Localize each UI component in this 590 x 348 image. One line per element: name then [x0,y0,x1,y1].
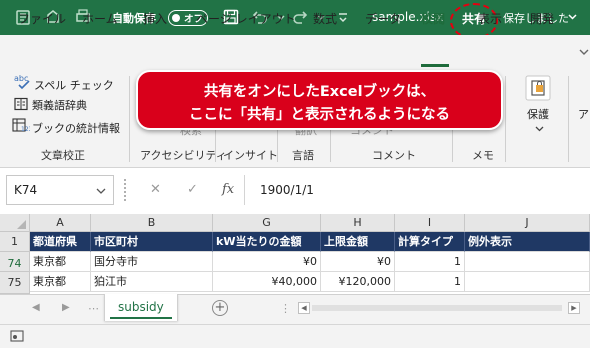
chevron-down-icon[interactable] [96,186,106,196]
sheet-tab-label: subsidy [118,300,164,314]
enter-icon[interactable]: ✓ [187,182,198,197]
workbook-stats-icon: 123 [12,118,30,132]
group-label-comments: コメント [372,149,416,162]
table-header-cell[interactable]: 市区町村 [91,232,213,252]
table-cell[interactable] [465,272,590,292]
group-label-notes: メモ [472,149,494,162]
more-sheets-icon[interactable]: ⋯ [88,302,99,315]
thesaurus-icon [14,97,28,111]
status-bar [0,324,590,348]
table-cell[interactable]: 1 [395,252,465,272]
ink-button-partial[interactable]: ア [578,106,589,122]
table-cell[interactable] [465,252,590,272]
group-separator [129,76,130,162]
spell-check-button[interactable]: スペル チェック [34,77,114,93]
insert-function-icon[interactable]: fx [222,182,234,197]
column-header[interactable]: G [213,214,321,232]
table-cell[interactable]: ¥120,000 [321,272,395,292]
annotation-callout: 共有をオンにしたExcelブックは、 ここに「共有」と表示されるようになる [136,70,503,130]
group-separator [568,76,569,162]
add-sheet-button[interactable]: + [212,300,228,316]
cancel-icon[interactable]: ✕ [150,182,161,197]
table-header-cell[interactable]: 上限金額 [321,232,395,252]
callout-line-2: ここに「共有」と表示されるようになる [189,107,450,123]
formula-value: 1900/1/1 [260,183,314,197]
group-label-proofing: 文章校正 [41,149,85,162]
active-sheet-indicator [110,317,172,319]
ribbon-tab-bar [0,35,590,68]
table-cell[interactable]: ¥0 [213,252,321,272]
macro-record-icon[interactable] [10,330,24,342]
scroll-left-icon[interactable]: ◀ [298,302,310,314]
protect-icon [525,75,551,101]
select-all-triangle [17,220,26,229]
column-header[interactable]: H [321,214,395,232]
tab-view[interactable]: 表示 [478,10,502,27]
chevron-down-icon[interactable] [535,124,544,133]
table-cell[interactable]: 東京都 [30,272,91,292]
callout-line-1: 共有をオンにしたExcelブックは、 [203,84,436,100]
table-cell[interactable]: 狛江市 [91,272,213,292]
formula-bar-grip[interactable] [124,179,126,201]
row-header[interactable]: 75 [0,272,30,294]
group-label-accessibility: アクセシビリティ [140,149,227,162]
table-cell[interactable]: 東京都 [30,252,91,272]
tab-review[interactable]: 校閲 [421,10,445,27]
group-label-insights: インサイト [223,149,278,162]
column-header[interactable]: I [395,214,465,232]
chevron-down-icon[interactable] [578,45,590,57]
tab-home[interactable]: ホーム [82,10,118,27]
thesaurus-button[interactable]: 類義語辞典 [32,97,87,113]
toggle-knob [172,13,180,22]
row-header[interactable]: 74 [0,252,30,272]
workbook-stats-button[interactable]: ブックの統計情報 [32,120,120,136]
table-cell[interactable]: 国分寺市 [91,252,213,272]
tab-insert[interactable]: 挿入 [143,10,167,27]
prev-sheet-icon[interactable]: ◀ [32,302,40,313]
scroll-right-icon[interactable]: ▶ [568,302,580,314]
column-header[interactable]: J [465,214,590,232]
table-cell[interactable]: ¥0 [321,252,395,272]
splitter-icon[interactable]: ⋮ [280,302,291,315]
table-cell[interactable]: ¥40,000 [213,272,321,292]
horizontal-scrollbar[interactable] [312,305,562,311]
check-mark-icon [18,80,30,90]
tab-data[interactable]: データ [365,10,401,27]
protect-button[interactable]: 保護 [527,106,549,122]
tab-file[interactable]: ファイル [18,10,66,27]
table-header-cell[interactable]: 都道府県 [30,232,91,252]
table-header-cell[interactable]: 例外表示 [465,232,590,252]
column-header[interactable]: A [30,214,91,232]
table-header-cell[interactable]: kW当たりの金額 [213,232,321,252]
tab-developer[interactable]: 開発 [530,10,554,27]
svg-text:123: 123 [21,126,30,132]
name-box-value: K74 [14,183,38,197]
table-cell[interactable]: 1 [395,272,465,292]
column-header[interactable]: B [91,214,213,232]
group-label-language: 言語 [292,149,314,162]
tab-page-layout[interactable]: ページ レイアウト [196,10,296,27]
chevron-down-icon[interactable] [568,12,577,21]
active-tab-indicator [421,64,449,67]
row-header[interactable]: 1 [0,232,30,252]
next-sheet-icon[interactable]: ▶ [62,302,70,313]
table-header-cell[interactable]: 計算タイプ [395,232,465,252]
tab-formulas[interactable]: 数式 [313,10,337,27]
group-separator [505,76,506,162]
